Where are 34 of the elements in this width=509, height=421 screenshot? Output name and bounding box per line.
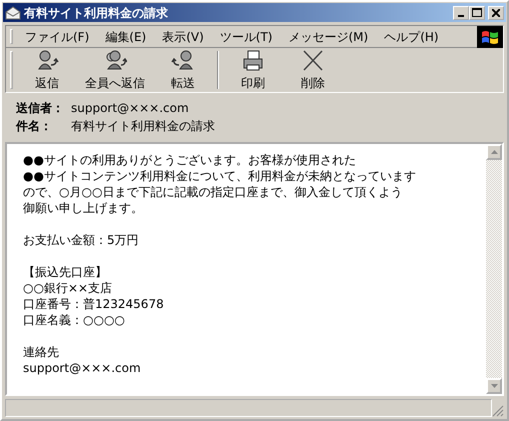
windows-logo-icon	[477, 26, 503, 48]
scroll-down-button[interactable]	[486, 378, 502, 394]
field-label: 件名：	[16, 118, 53, 135]
field-value: 有料サイト利用料金の請求	[71, 119, 215, 133]
up-arrow-icon	[490, 150, 498, 154]
menu-item[interactable]: ヘルプ(H)	[376, 28, 447, 46]
printer-icon	[241, 48, 265, 70]
forward-button[interactable]: 転送	[153, 48, 213, 92]
close-button[interactable]	[488, 6, 504, 20]
reply-all-button[interactable]: 全員へ返信	[77, 48, 153, 92]
message-body: ●●サイトの利用ありがとうございます。お客様が使用された ●●サイトコンテンツ利用料金について、利用料金が未納となっています ので、○月○○日まで下記に記載の指定口座まで、御入金して頂くよう 御願い申し上げます。 お支払い金額：5万円 【振込先口座】 ○○銀行××支店 口座番号：普123245678 口座名義：○○○○ 連絡先 support@×××.com	[22, 152, 417, 377]
menu-item[interactable]: メッセージ(M)	[280, 28, 376, 46]
maximize-icon	[472, 8, 482, 17]
person-arrow-icon	[171, 48, 195, 70]
down-arrow-icon	[490, 384, 498, 388]
window-title: 有料サイト利用料金の請求	[24, 4, 168, 22]
maximize-button[interactable]	[469, 6, 485, 20]
resize-grip-icon	[492, 405, 504, 417]
scrollbar[interactable]	[486, 144, 502, 394]
close-icon	[492, 8, 500, 16]
print-button[interactable]: 印刷	[223, 48, 283, 92]
menu-item[interactable]: ファイル(F)	[17, 28, 98, 46]
minimize-icon	[458, 14, 464, 16]
scroll-up-button[interactable]	[486, 144, 502, 160]
field-value: support@×××.com	[71, 101, 189, 115]
envelope-icon	[5, 6, 21, 20]
menu-item[interactable]: 表示(V)	[154, 28, 212, 46]
field-label: 送信者：	[16, 100, 65, 117]
menu-item[interactable]: ツール(T)	[212, 28, 280, 46]
delete-x-icon	[301, 48, 325, 70]
minimize-button[interactable]	[453, 6, 469, 20]
menu-item[interactable]: 編集(E)	[97, 28, 154, 46]
delete-button[interactable]: 削除	[283, 48, 343, 92]
reply-button[interactable]: 返信	[17, 48, 77, 92]
